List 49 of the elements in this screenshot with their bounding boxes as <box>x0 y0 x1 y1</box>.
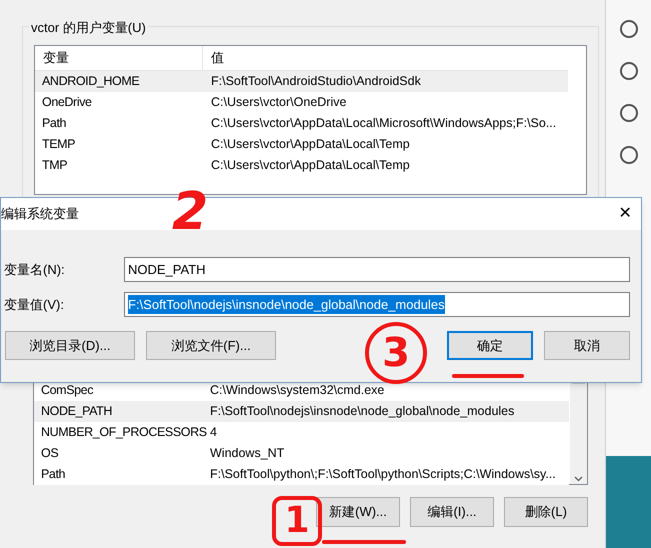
table-cell-text: Path <box>41 115 68 132</box>
dialog-title: 编辑系统变量 <box>1 205 79 224</box>
table-cell-text: F:\SoftTool\nodejs\insnode\node_global\node_modules <box>209 403 514 420</box>
table-cell-text: C:\Users\vctor\AppData\Local\Temp <box>210 157 410 174</box>
column-header[interactable]: 值 <box>203 48 224 68</box>
table-cell-text: TMP <box>41 157 68 174</box>
toolbar-icon[interactable] <box>618 144 640 166</box>
group-title: vctor 的用户变量(U) <box>29 18 148 38</box>
field-value: F:\SoftTool\nodejs\insnode\node_global\node_modules <box>128 294 445 314</box>
table-cell-text: Windows_NT <box>209 445 284 462</box>
table-cell-text: 4 <box>209 424 217 442</box>
table-cell-text: C:\Users\vctor\OneDrive <box>210 94 346 112</box>
scroll-down-icon[interactable] <box>574 476 583 482</box>
handwritten-number: 2 <box>172 186 208 238</box>
table-cell-text: F:\SoftTool\python\;F:\SoftTool\python\Scripts;C:\Windows\sy... <box>209 466 556 484</box>
action-button[interactable]: 编辑(I)... <box>410 497 494 527</box>
column-header[interactable]: 变量 <box>35 46 203 70</box>
handwritten-number: 1 <box>272 496 322 546</box>
table-cell-text: C:\Windows\system32\cmd.exe <box>209 382 384 400</box>
dialog-button[interactable]: 取消 <box>544 331 630 360</box>
table-cell-text: F:\SoftTool\AndroidStudio\AndroidSdk <box>210 73 421 90</box>
toolbar-icon[interactable] <box>618 102 640 124</box>
action-button[interactable]: 删除(L) <box>504 497 588 527</box>
handwritten-number: 3 <box>365 322 427 384</box>
table-cell-text: OS <box>40 445 60 462</box>
dialog-button[interactable]: 浏览目录(D)... <box>5 331 135 360</box>
table-cell-text: C:\Users\vctor\AppData\Local\Temp <box>210 136 410 154</box>
action-button[interactable]: 新建(W)... <box>316 497 400 527</box>
input-field[interactable]: NODE_PATH <box>124 257 630 282</box>
underline-mark <box>452 374 524 378</box>
field-value: NODE_PATH <box>128 260 206 279</box>
table-cell-text: NODE_PATH <box>40 403 113 420</box>
field-label: 变量值(V): <box>4 296 65 314</box>
table-row[interactable]: NODE_PATH F:\SoftTool\nodejs\insnode\node_global\node_modules <box>34 401 569 422</box>
dialog-button[interactable]: 确定 <box>447 331 533 360</box>
table-cell-text: Path <box>40 466 66 484</box>
table-cell-text: OneDrive <box>41 94 93 112</box>
table-cell-text: C:\Users\vctor\AppData\Local\Microsoft\WindowsApps;F:\So... <box>210 115 556 132</box>
toolbar-icon[interactable] <box>618 18 640 40</box>
table-cell-text: NUMBER_OF_PROCESSORS <box>40 424 204 442</box>
table-cell-text: ANDROID_HOME <box>41 73 140 90</box>
dialog-button[interactable]: 浏览文件(F)... <box>146 331 276 360</box>
close-button[interactable]: ✕ <box>609 200 641 228</box>
input-field[interactable]: F:\SoftTool\nodejs\insnode\node_global\node_modules <box>124 292 630 317</box>
field-label: 变量名(N): <box>4 260 66 279</box>
toolbar-icon[interactable] <box>618 60 640 82</box>
table-cell-text: ComSpec <box>40 382 94 400</box>
table-cell-text: TEMP <box>41 136 76 154</box>
table-row[interactable]: ANDROID_HOME F:\SoftTool\AndroidStudio\AndroidSdk <box>35 71 568 92</box>
